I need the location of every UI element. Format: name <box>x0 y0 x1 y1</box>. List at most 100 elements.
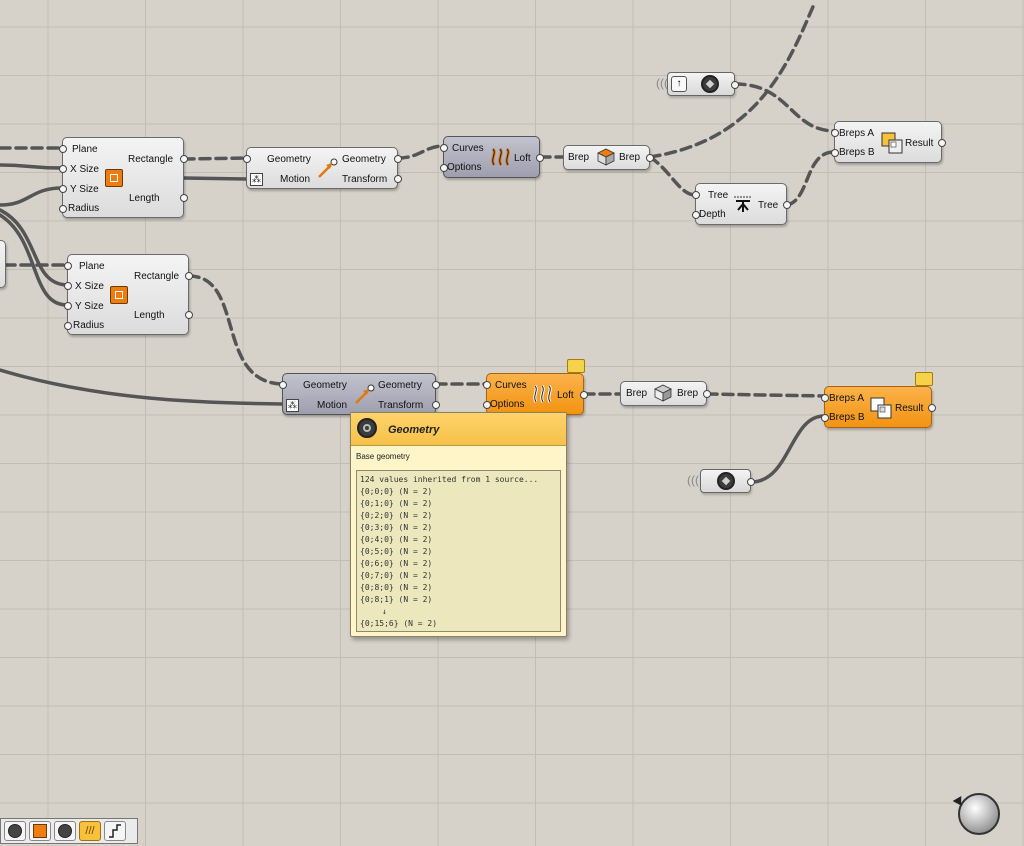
wire-tree-to-union1-b <box>785 150 836 207</box>
input-grip[interactable] <box>64 322 72 330</box>
wire-brep2-to-union2-a <box>705 392 826 398</box>
input-grip[interactable] <box>243 155 251 163</box>
input-grip[interactable] <box>821 394 829 402</box>
input-curves: Curves <box>452 143 484 154</box>
input-grip[interactable] <box>59 145 67 153</box>
signal-icon: ((( <box>656 76 668 90</box>
loft-active-icon[interactable]: /// <box>79 821 101 841</box>
input-geometry: Geometry <box>267 154 311 165</box>
loft-component-2[interactable]: Curves Options Loft <box>483 359 588 415</box>
output-grip[interactable] <box>185 311 193 319</box>
input-grip[interactable] <box>821 414 829 422</box>
rectangle-component-2[interactable]: Plane X Size Y Size Radius Rectangle Len… <box>64 254 193 335</box>
output-grip[interactable] <box>394 175 402 183</box>
wire-left-to-move2-motion <box>0 368 284 406</box>
brep-component-2[interactable]: Brep Brep <box>620 381 711 406</box>
motion-param-icon: ⁂ <box>286 399 299 412</box>
input-radius: Radius <box>73 320 105 331</box>
polyline-icon[interactable] <box>104 821 126 841</box>
input-options: Options <box>447 162 482 173</box>
list-item: {0;1;0} (N = 2) <box>360 499 433 508</box>
rectangle-icon <box>105 169 123 187</box>
geometry-param-bottom[interactable]: ((( <box>687 469 755 493</box>
input-motion: Motion <box>317 400 348 411</box>
output-grip[interactable] <box>747 478 755 486</box>
input-x-size: X Size <box>70 164 99 175</box>
list-item: {0;6;0} (N = 2) <box>360 559 433 568</box>
offscreen-component-stub[interactable] <box>0 240 6 288</box>
list-item: {0;15;6} (N = 2) <box>360 619 438 628</box>
output-grip[interactable] <box>432 401 440 409</box>
rectangle-icon[interactable] <box>29 821 51 841</box>
input-grip[interactable] <box>59 205 67 213</box>
output-grip[interactable] <box>783 201 791 209</box>
input-grip[interactable] <box>64 262 72 270</box>
output-grip[interactable] <box>646 154 654 162</box>
warning-flag-icon[interactable] <box>915 372 933 386</box>
input-grip[interactable] <box>692 191 700 199</box>
wire-rect2-rectangle-to-move2 <box>187 274 284 386</box>
loft-component-1[interactable]: Curves Options Loft <box>440 136 544 178</box>
input-breps-b: Breps B <box>839 147 875 158</box>
output-brep: Brep <box>619 152 641 163</box>
output-brep: Brep <box>677 388 699 399</box>
ellipsis-arrow: ↓ <box>382 607 387 616</box>
tooltip-data-list: 124 values inherited from 1 source... {0… <box>356 470 561 632</box>
input-grip[interactable] <box>831 129 839 137</box>
solid-union-component-2[interactable]: Breps A Breps B Result <box>821 372 936 428</box>
geometry-param-icon <box>357 418 377 438</box>
navigation-wheel-icon[interactable] <box>952 793 1000 835</box>
output-grip[interactable] <box>731 81 739 89</box>
input-grip[interactable] <box>64 282 72 290</box>
solid-union-component-1[interactable]: Breps A Breps B Result <box>831 121 946 163</box>
geometry-icon <box>717 472 735 490</box>
tooltip-header: Geometry <box>351 413 566 446</box>
solid-union-icon <box>870 397 892 419</box>
wire-param-top-to-union1-a <box>733 82 836 133</box>
input-grip[interactable] <box>64 302 72 310</box>
geometry-icon[interactable] <box>54 821 76 841</box>
motion-param-icon: ⁂ <box>250 173 263 186</box>
tree-component[interactable]: Tree Depth Tree <box>692 183 791 225</box>
warning-flag-icon[interactable] <box>567 359 585 373</box>
input-grip[interactable] <box>483 381 491 389</box>
list-item: {0;3;0} (N = 2) <box>360 523 433 532</box>
output-grip[interactable] <box>180 194 188 202</box>
output-length: Length <box>129 193 160 204</box>
input-radius: Radius <box>68 203 100 214</box>
input-grip[interactable] <box>59 165 67 173</box>
output-grip[interactable] <box>536 154 544 162</box>
wire-left-to-rect1-ysize <box>0 186 64 207</box>
output-grip[interactable] <box>432 381 440 389</box>
brep-component-1[interactable]: Brep Brep <box>563 145 654 170</box>
input-grip[interactable] <box>831 149 839 157</box>
input-grip[interactable] <box>59 185 67 193</box>
wire-left-to-rect2-ysize <box>0 213 69 307</box>
input-tree: Tree <box>708 190 729 201</box>
output-grip[interactable] <box>180 155 188 163</box>
move-component-2[interactable]: ⁂ Geometry Motion Geometry Transform <box>279 373 440 415</box>
move-arrow-icon <box>355 384 375 404</box>
signal-icon: ((( <box>687 473 699 487</box>
input-grip[interactable] <box>440 144 448 152</box>
output-grip[interactable] <box>394 155 402 163</box>
output-grip[interactable] <box>185 272 193 280</box>
move-component-1[interactable]: ⁂ Geometry Motion Geometry Transform <box>243 147 402 189</box>
output-result: Result <box>905 138 934 149</box>
geometry-param-top[interactable]: ((( ↑ <box>656 72 739 96</box>
wire-left-to-rect1-xsize <box>0 163 64 170</box>
output-loft: Loft <box>557 390 574 401</box>
input-grip[interactable] <box>279 381 287 389</box>
rectangle-component-1[interactable]: Plane X Size Y Size Radius Rectangle Len… <box>59 137 188 218</box>
output-grip[interactable] <box>703 390 711 398</box>
list-item: {0;0;0} (N = 2) <box>360 487 433 496</box>
wire-rect1-rectangle-to-move1 <box>182 156 248 161</box>
output-rectangle: Rectangle <box>134 271 180 282</box>
tooltip-data-header: 124 values inherited from 1 source... <box>360 475 539 484</box>
input-geometry: Geometry <box>303 380 347 391</box>
output-grip[interactable] <box>928 404 936 412</box>
input-x-size: X Size <box>75 281 104 292</box>
curve-icon[interactable] <box>4 821 26 841</box>
output-grip[interactable] <box>580 391 588 399</box>
output-grip[interactable] <box>938 139 946 147</box>
